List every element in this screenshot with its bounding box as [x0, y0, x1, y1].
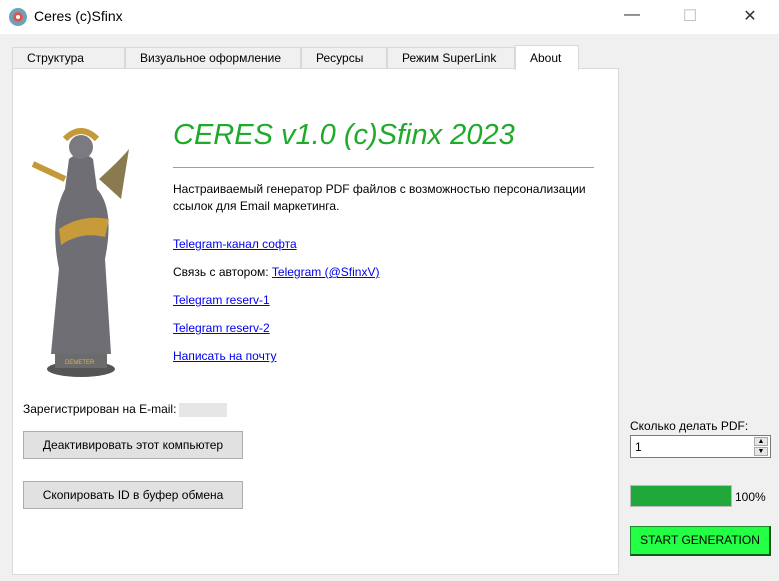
progress-fill	[631, 486, 731, 506]
app-description: Настраиваемый генератор PDF файлов с воз…	[173, 182, 586, 213]
contact-label: Связь с автором:	[173, 265, 269, 279]
tab-pdf-structure[interactable]: Структура PDF	[12, 47, 125, 86]
deactivate-button[interactable]: Деактивировать этот компьютер	[23, 431, 243, 459]
tab-bar: Структура PDF Визуальное оформление Ресу…	[12, 45, 579, 86]
title-bar: Ceres (c)Sfinx — ☐ ✕	[0, 0, 779, 34]
app-icon	[9, 8, 27, 26]
tab-resources[interactable]: Ресурсы	[301, 47, 387, 70]
pdf-count-value: 1	[635, 440, 642, 454]
minimize-button[interactable]: —	[609, 6, 655, 28]
maximize-button[interactable]: ☐	[667, 6, 713, 28]
window-title: Ceres (c)Sfinx	[34, 8, 123, 24]
pdf-count-spinbox[interactable]: 1 ▲ ▼	[630, 435, 771, 458]
copy-id-button[interactable]: Скопировать ID в буфер обмена	[23, 481, 243, 509]
start-generation-button[interactable]: START GENERATION	[630, 526, 771, 556]
email-redacted	[179, 402, 228, 417]
telegram-reserve-1-link[interactable]: Telegram reserv-1	[173, 293, 270, 307]
close-button[interactable]: ✕	[727, 6, 773, 28]
spin-up-icon[interactable]: ▲	[754, 437, 768, 446]
telegram-channel-link[interactable]: Telegram-канал софта	[173, 237, 297, 251]
tab-about[interactable]: About	[515, 45, 579, 70]
contact-row: Связь с автором: Telegram (@SfinxV)	[173, 265, 379, 279]
tab-visual-design[interactable]: Визуальное оформление	[125, 47, 301, 70]
progress-bar	[630, 485, 732, 507]
pdf-count-label: Сколько делать PDF:	[630, 419, 749, 433]
tab-superlink[interactable]: Режим SuperLink	[387, 47, 515, 70]
email-link[interactable]: Написать на почту	[173, 349, 276, 363]
telegram-reserve-2-link[interactable]: Telegram reserv-2	[173, 321, 270, 335]
registered-email: Зарегистрирован на E-mail:	[23, 402, 228, 417]
demeter-statue-image: DEMETER	[31, 128, 129, 377]
about-panel: DEMETER CERES v1.0 (c)Sfinx 2023 Настраи…	[12, 68, 619, 575]
progress-percent: 100%	[735, 490, 766, 504]
registered-email-label: Зарегистрирован на E-mail:	[23, 402, 177, 416]
app-heading: CERES v1.0 (c)Sfinx 2023	[173, 119, 515, 151]
divider	[173, 167, 594, 168]
telegram-author-link[interactable]: Telegram (@SfinxV)	[272, 265, 380, 279]
statue-caption: DEMETER	[65, 360, 95, 366]
spin-down-icon[interactable]: ▼	[754, 447, 768, 456]
